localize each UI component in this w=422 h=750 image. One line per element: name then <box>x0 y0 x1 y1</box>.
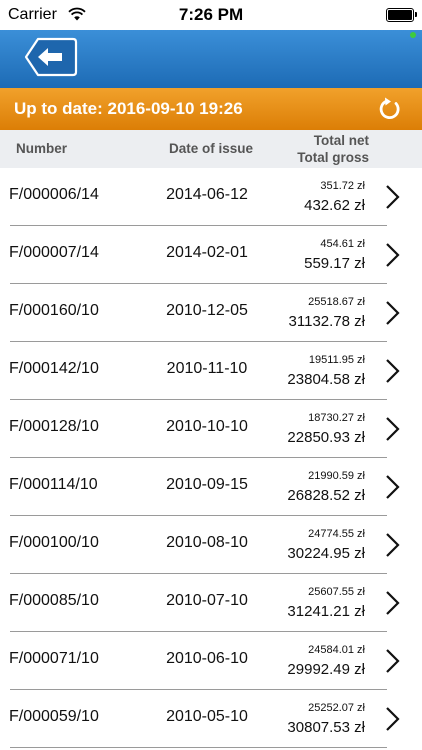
invoice-total-net: 24774.55 zł <box>308 528 365 540</box>
invoice-total-gross: 29992.49 zł <box>287 661 365 678</box>
invoice-number: F/000160/10 <box>9 302 99 319</box>
invoice-row[interactable]: F/000007/14 2014-02-01 454.61 zł 559.17 … <box>0 226 422 284</box>
invoice-row[interactable]: F/000006/14 2014-06-12 351.72 zł 432.62 … <box>0 168 422 226</box>
invoice-row[interactable]: F/000128/10 2010-10-10 18730.27 zł 22850… <box>0 400 422 458</box>
invoice-total-net: 25607.55 zł <box>308 586 365 598</box>
invoice-total-gross: 22850.93 zł <box>287 429 365 446</box>
status-time: 7:26 PM <box>178 5 244 24</box>
invoice-number: F/000071/10 <box>9 650 99 667</box>
invoice-date: 2014-06-12 <box>166 186 248 203</box>
invoice-number: F/000085/10 <box>9 592 99 609</box>
invoice-total-net: 21990.59 zł <box>308 470 365 482</box>
invoice-row[interactable]: F/000114/10 2010-09-15 21990.59 zł 26828… <box>0 458 422 516</box>
update-status-text: Up to date: 2016-09-10 19:26 <box>14 99 243 118</box>
table-header: Number Date of issue Total net Total gro… <box>0 130 422 168</box>
invoice-total-gross: 31132.78 zł <box>288 313 365 330</box>
invoice-date: 2010-12-05 <box>166 302 248 319</box>
invoice-number: F/000059/10 <box>9 708 99 725</box>
chevron-right-icon <box>386 533 400 557</box>
header-total-net: Total net <box>313 133 369 148</box>
invoice-total-net: 24584.01 zł <box>308 644 365 656</box>
invoice-row[interactable]: F/000059/10 2010-05-10 25252.07 zł 30807… <box>0 690 422 748</box>
back-arrow-icon <box>24 37 78 77</box>
navigation-bar <box>0 30 422 88</box>
invoice-total-gross: 432.62 zł <box>304 197 365 214</box>
invoice-number: F/000007/14 <box>9 244 99 261</box>
invoice-total-net: 351.72 zł <box>320 180 365 192</box>
invoice-date: 2014-02-01 <box>166 244 248 261</box>
invoice-date: 2010-11-10 <box>166 360 248 377</box>
invoice-date: 2010-10-10 <box>166 418 248 435</box>
header-date-of-issue: Date of issue <box>169 141 254 156</box>
chevron-right-icon <box>386 649 400 673</box>
invoice-row[interactable]: F/000085/10 2010-07-10 25607.55 zł 31241… <box>0 574 422 632</box>
chevron-right-icon <box>386 417 400 441</box>
invoice-row[interactable]: F/000071/10 2010-06-10 24584.01 zł 29992… <box>0 632 422 690</box>
invoice-row[interactable]: F/000160/10 2010-12-05 25518.67 zł 31132… <box>0 284 422 342</box>
invoice-date: 2010-06-10 <box>166 650 248 667</box>
invoice-total-net: 454.61 zł <box>320 238 365 250</box>
chevron-right-icon <box>386 707 400 731</box>
invoice-list: F/000006/14 2014-06-12 351.72 zł 432.62 … <box>0 168 422 748</box>
refresh-button[interactable] <box>376 95 404 123</box>
update-status-bar: Up to date: 2016-09-10 19:26 <box>0 88 422 130</box>
invoice-date: 2010-05-10 <box>166 708 248 725</box>
invoice-row[interactable]: F/000142/10 2010-11-10 19511.95 zł 23804… <box>0 342 422 400</box>
invoice-total-gross: 26828.52 zł <box>287 487 365 504</box>
invoice-row[interactable]: F/000100/10 2010-08-10 24774.55 zł 30224… <box>0 516 422 574</box>
chevron-right-icon <box>386 475 400 499</box>
battery-icon <box>386 8 417 22</box>
invoice-total-net: 25518.67 zł <box>308 296 365 308</box>
invoice-total-net: 19511.95 zł <box>308 354 365 366</box>
invoice-number: F/000142/10 <box>9 360 99 377</box>
invoice-date: 2010-08-10 <box>166 534 248 551</box>
back-button[interactable] <box>24 36 78 78</box>
chevron-right-icon <box>386 591 400 615</box>
refresh-icon <box>379 97 400 119</box>
invoice-total-gross: 559.17 zł <box>304 255 365 272</box>
invoice-number: F/000114/10 <box>9 476 98 493</box>
header-totals: Total net Total gross <box>297 132 369 166</box>
invoice-number: F/000128/10 <box>9 418 99 435</box>
status-bar: Carrier 7:26 PM <box>0 0 422 30</box>
row-divider <box>10 746 387 748</box>
chevron-right-icon <box>386 185 400 209</box>
invoice-total-gross: 23804.58 zł <box>287 371 365 388</box>
invoice-total-gross: 30224.95 zł <box>287 545 365 562</box>
invoice-total-gross: 30807.53 zł <box>287 719 365 736</box>
activity-indicator <box>410 32 416 38</box>
invoice-total-net: 25252.07 zł <box>308 702 365 714</box>
invoice-total-net: 18730.27 zł <box>308 412 365 424</box>
chevron-right-icon <box>386 301 400 325</box>
header-number: Number <box>16 141 68 156</box>
invoice-number: F/000100/10 <box>9 534 99 551</box>
invoice-number: F/000006/14 <box>9 186 99 203</box>
chevron-right-icon <box>386 359 400 383</box>
chevron-right-icon <box>386 243 400 267</box>
invoice-date: 2010-09-15 <box>166 476 248 493</box>
invoice-total-gross: 31241.21 zł <box>287 603 365 620</box>
invoice-date: 2010-07-10 <box>166 592 248 609</box>
header-total-gross: Total gross <box>297 150 369 165</box>
